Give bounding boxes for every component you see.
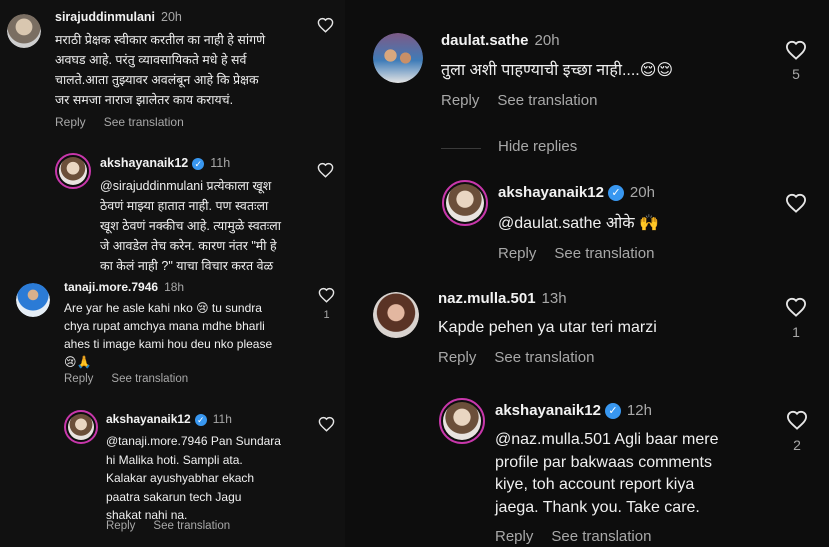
reply-button[interactable]: Reply — [441, 92, 479, 109]
avatar[interactable] — [373, 292, 419, 338]
comment-username[interactable]: sirajuddinmulani 20h — [55, 10, 182, 24]
comment-actions: Reply See translation — [55, 115, 202, 129]
comment-time: 12h — [626, 402, 652, 419]
comment-username[interactable]: akshayanaik12 ✓ 11h — [100, 156, 230, 170]
see-translation-button[interactable]: See translation — [111, 373, 188, 385]
see-translation-button[interactable]: See translation — [551, 528, 651, 545]
comment-text: @tanaji.more.7946 Pan Sundara hi Malika … — [106, 434, 281, 522]
like-heart-icon[interactable] — [318, 287, 335, 308]
comment-actions: Reply See translation — [64, 373, 206, 385]
reply-button[interactable]: Reply — [106, 520, 135, 532]
hide-replies-button[interactable]: Hide replies — [498, 138, 577, 155]
avatar[interactable] — [64, 410, 98, 444]
see-translation-button[interactable]: See translation — [104, 115, 184, 129]
comment-text: @sirajuddinmulani प्रत्येकाला खूश ठेवणं … — [100, 179, 282, 273]
comment-actions: Reply See translation — [495, 528, 669, 545]
reply-button[interactable]: Reply — [438, 349, 476, 366]
comment-username[interactable]: akshayanaik12 ✓ 12h — [495, 402, 652, 420]
avatar[interactable] — [16, 283, 50, 317]
see-translation-button[interactable]: See translation — [497, 92, 597, 109]
avatar[interactable] — [373, 33, 423, 83]
comment-time: 20h — [629, 184, 655, 201]
comment-time: 20h — [161, 10, 182, 24]
like-heart-icon[interactable] — [318, 416, 335, 437]
comment-username[interactable]: tanaji.more.7946 18h — [64, 280, 184, 294]
right-comments-panel: daulat.sathe 20h तुला अशी पाहण्याची इच्छा… — [345, 0, 829, 547]
comment-time: 20h — [534, 32, 560, 49]
reply-item: akshayanaik12 ✓ 20h @daulat.sathe ओके 🙌 Re… — [345, 170, 829, 270]
reply-item: akshayanaik12 ✓ 12h @naz.mulla.501 Agli ba… — [345, 390, 829, 547]
comment-text: Kapde pehen ya utar teri marzi — [438, 319, 657, 336]
reply-button[interactable]: Reply — [495, 528, 533, 545]
comment-username[interactable]: daulat.sathe 20h — [441, 32, 560, 49]
verified-badge-icon: ✓ — [192, 157, 205, 170]
comment-text: Are yar he asle kahi nko 😢 tu sundra chy… — [64, 301, 273, 369]
like-heart-icon[interactable] — [785, 40, 807, 65]
comment-username[interactable]: akshayanaik12 ✓ 11h — [106, 412, 232, 426]
comment-actions: Reply See translation — [498, 245, 672, 262]
comment-actions: Reply See translation — [438, 349, 612, 366]
verified-badge-icon: ✓ — [194, 413, 207, 426]
verified-badge-icon: ✓ — [607, 185, 624, 202]
see-translation-button[interactable]: See translation — [554, 245, 654, 262]
reply-item: akshayanaik12 ✓ 11h @tanaji.more.7946 Pan … — [0, 400, 345, 547]
see-translation-button[interactable]: See translation — [494, 349, 594, 366]
comment-text: @daulat.sathe ओके 🙌 — [498, 215, 659, 232]
comment-text: @naz.mulla.501 Agli baar mere profile pa… — [495, 431, 719, 516]
avatar[interactable] — [439, 398, 485, 444]
comment-item: daulat.sathe 20h तुला अशी पाहण्याची इच्छा… — [345, 0, 829, 120]
comment-item: sirajuddinmulani 20h मराठी प्रेक्षक स्वीक… — [0, 0, 345, 140]
like-heart-icon[interactable] — [785, 193, 807, 218]
comment-item: naz.mulla.501 13h Kapde pehen ya utar ter… — [345, 280, 829, 380]
comment-actions: Reply See translation — [106, 520, 248, 532]
verified-badge-icon: ✓ — [604, 403, 621, 420]
like-count: 1 — [792, 324, 800, 340]
avatar[interactable] — [442, 180, 488, 226]
see-translation-button[interactable]: See translation — [153, 520, 230, 532]
like-heart-icon[interactable] — [317, 162, 334, 183]
comment-username[interactable]: naz.mulla.501 13h — [438, 290, 567, 307]
comment-actions: Reply See translation — [441, 92, 615, 109]
reply-item: akshayanaik12 ✓ 11h @sirajuddinmulani प्रत… — [0, 145, 345, 275]
reply-button[interactable]: Reply — [498, 245, 536, 262]
like-count: 2 — [793, 437, 801, 453]
comment-time: 13h — [541, 290, 567, 307]
like-count: 5 — [792, 66, 800, 82]
like-count: 1 — [323, 309, 330, 321]
comment-item: tanaji.more.7946 18h Are yar he asle kahi… — [0, 275, 345, 395]
comment-username[interactable]: akshayanaik12 ✓ 20h — [498, 184, 655, 202]
reply-button[interactable]: Reply — [55, 115, 86, 129]
like-heart-icon[interactable] — [785, 297, 807, 322]
avatar[interactable] — [7, 14, 41, 48]
left-comments-panel: sirajuddinmulani 20h मराठी प्रेक्षक स्वीक… — [0, 0, 345, 547]
like-heart-icon[interactable] — [317, 17, 334, 38]
avatar[interactable] — [55, 153, 91, 189]
reply-button[interactable]: Reply — [64, 373, 93, 385]
comment-time: 18h — [164, 280, 185, 294]
comment-time: 11h — [212, 412, 232, 426]
comment-text: तुला अशी पाहण्याची इच्छा नाही....😌😌 — [441, 62, 674, 79]
comment-time: 11h — [210, 156, 231, 170]
like-heart-icon[interactable] — [786, 410, 808, 435]
thread-divider — [441, 148, 481, 149]
comment-text: मराठी प्रेक्षक स्वीकार करतील का नाही हे … — [55, 33, 266, 107]
